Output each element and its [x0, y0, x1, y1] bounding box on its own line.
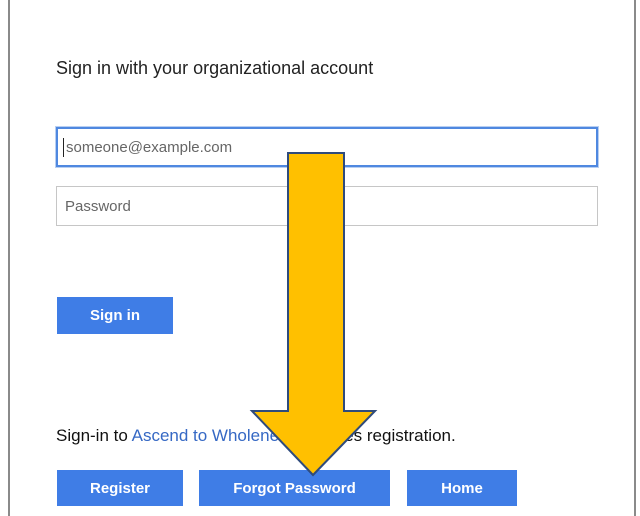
home-button[interactable]: Home — [407, 470, 517, 506]
username-input[interactable] — [56, 127, 598, 167]
ascend-to-wholeness-link[interactable]: Ascend to Wholeness — [132, 426, 296, 445]
sign-in-button[interactable]: Sign in — [57, 297, 173, 334]
password-input[interactable] — [56, 186, 598, 226]
page-title: Sign in with your organizational account — [56, 58, 374, 78]
sign-in-page: Sign in with your organizational account… — [0, 0, 640, 516]
text-cursor — [63, 138, 64, 157]
window-border-right — [634, 0, 636, 516]
window-border-left — [8, 0, 10, 516]
forgot-password-button[interactable]: Forgot Password — [199, 470, 390, 506]
registration-notice: Sign-in to Ascend to Wholeness requires … — [56, 426, 456, 446]
register-button[interactable]: Register — [57, 470, 183, 506]
registration-prefix: Sign-in to — [56, 426, 132, 445]
registration-suffix: requires registration. — [296, 426, 456, 445]
